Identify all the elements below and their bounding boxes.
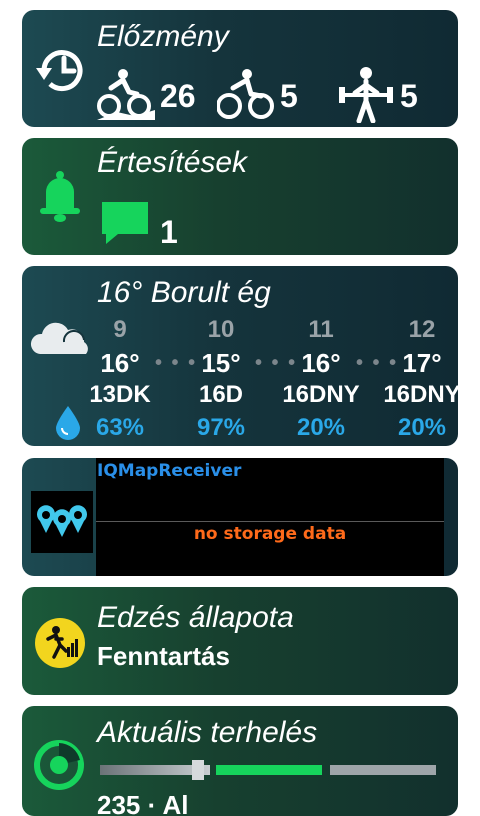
weather-wind-1: 13DK xyxy=(89,381,151,408)
training-status-title: Edzés állapota xyxy=(97,601,294,634)
weather-temp-2: 15° xyxy=(201,348,241,378)
weightlifting-count: 5 xyxy=(400,78,418,114)
training-status-card[interactable]: Edzés állapota Fenntartás xyxy=(22,587,458,695)
weather-rain-1: 63% xyxy=(95,414,145,441)
notification-count: 1 xyxy=(160,214,178,250)
message-icon xyxy=(100,200,150,251)
weather-rain-2: 97% xyxy=(196,414,246,441)
iq-message: no storage data xyxy=(193,524,347,544)
acute-load-value: 235 · Al xyxy=(97,790,189,816)
iq-divider xyxy=(96,521,444,522)
training-status-icon xyxy=(34,617,86,674)
road-bike-count: 5 xyxy=(280,78,298,114)
weather-rain-3: 20% xyxy=(296,414,346,441)
bell-icon xyxy=(38,170,82,231)
load-gauge-icon xyxy=(32,738,86,797)
history-title: Előzmény xyxy=(97,20,229,53)
mountain-bike-count: 26 xyxy=(160,78,196,114)
weather-card[interactable]: 16° Borult ég 9 10 11 12 16° • • • 15° •… xyxy=(22,266,458,446)
weather-hour-2: 10 xyxy=(207,316,235,343)
weather-wind-2: 16D xyxy=(198,381,244,408)
load-bar-marker xyxy=(192,760,204,780)
training-status-value: Fenntartás xyxy=(97,641,230,671)
map-pin-icon xyxy=(37,505,87,537)
weather-hour-3: 11 xyxy=(308,316,334,343)
weather-temp-4: 17° xyxy=(402,348,442,378)
road-bike-icon xyxy=(216,68,275,125)
iq-widget-panel: IQMapReceiver no storage data xyxy=(96,458,444,576)
mountain-bike-icon xyxy=(97,68,155,125)
iq-app-logo xyxy=(31,491,93,553)
weather-hour-4: 12 xyxy=(408,316,436,343)
weather-rain-4: 20% xyxy=(397,414,447,441)
weather-wind-4: 16DNY xyxy=(383,381,458,408)
weather-temp-1: 16° xyxy=(100,348,140,378)
history-card[interactable]: Előzmény 26 5 5 xyxy=(22,10,458,127)
acute-load-title: Aktuális terhelés xyxy=(97,716,318,749)
iq-app-name: IQMapReceiver xyxy=(97,461,242,481)
weather-hour-1: 9 xyxy=(113,316,127,343)
load-bar-high xyxy=(330,765,436,775)
history-icon xyxy=(30,40,90,105)
weather-wind-3: 16DNY xyxy=(282,381,360,408)
weather-title: 16° Borult ég xyxy=(97,276,271,309)
weather-temp-3: 16° xyxy=(301,348,341,378)
iq-card[interactable]: IQMapReceiver no storage data xyxy=(22,458,458,576)
weightlifting-icon xyxy=(337,65,395,127)
notifications-card[interactable]: Értesítések 1 xyxy=(22,138,458,255)
load-bar-optimal xyxy=(216,765,322,775)
notifications-title: Értesítések xyxy=(97,146,248,179)
